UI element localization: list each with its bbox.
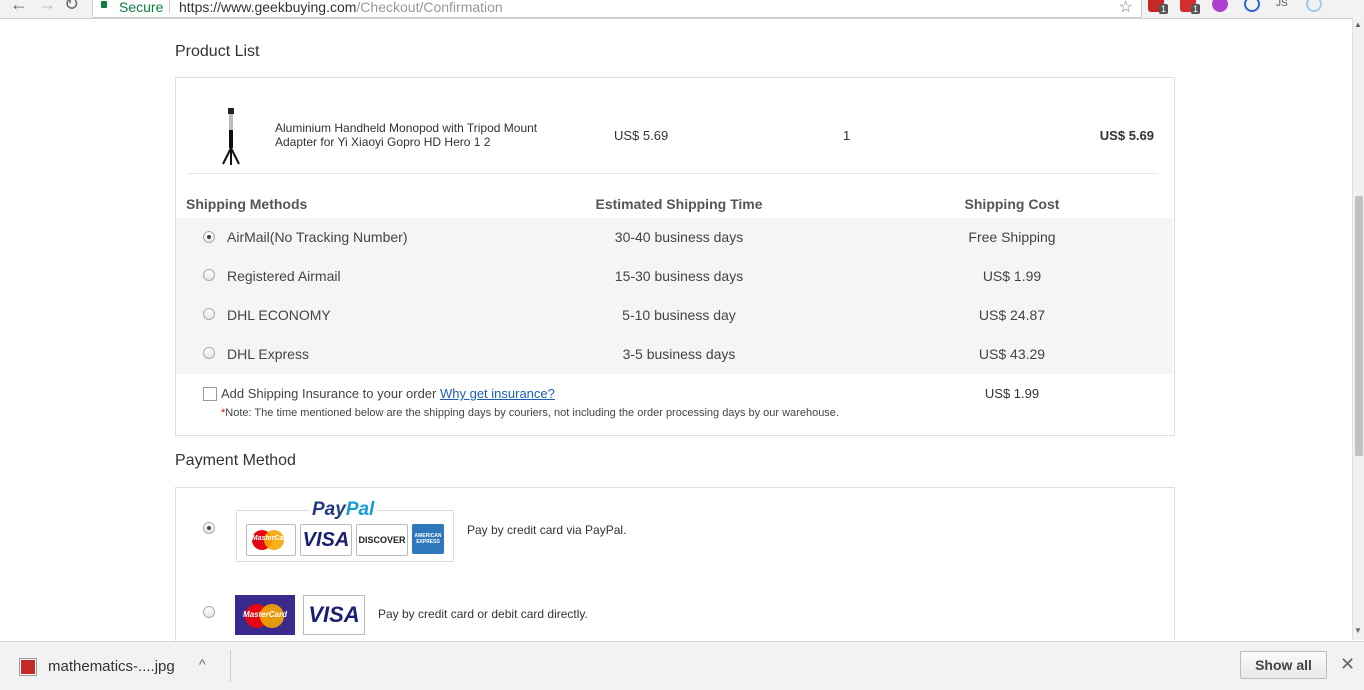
extension-badge: 1 (1190, 4, 1200, 14)
product-divider (188, 173, 1158, 174)
product-unit-price: US$ 5.69 (614, 128, 669, 143)
shipping-time-header: Estimated Shipping Time (595, 196, 763, 212)
chevron-up-icon[interactable]: ^ (199, 656, 206, 672)
image-file-icon (20, 659, 36, 675)
mastercard-text: MasterCard (242, 610, 287, 619)
reload-icon[interactable]: ↻ (64, 0, 79, 15)
shipping-option-time: 30-40 business days (614, 229, 744, 245)
scroll-up-arrow-icon[interactable]: ▲ (1354, 20, 1362, 29)
shipping-option-airmail[interactable]: AirMail(No Tracking Number) 30-40 busine… (176, 218, 1173, 257)
payment-radio-paypal[interactable] (203, 522, 215, 534)
shipping-option-dhl-economy[interactable]: DHL ECONOMY 5-10 business day US$ 24.87 (176, 296, 1173, 335)
shipping-option-time: 15-30 business days (614, 268, 744, 284)
product-name[interactable]: Aluminium Handheld Monopod with Tripod M… (275, 121, 565, 149)
extension-mail-icon[interactable]: 1 (1148, 0, 1168, 14)
direct-visa-logo[interactable]: VISA (303, 595, 365, 635)
shipping-radio-dhl-economy[interactable] (203, 308, 215, 320)
shipping-option-name: Registered Airmail (227, 268, 341, 284)
shipping-option-cost: US$ 43.29 (978, 346, 1046, 362)
download-file-name[interactable]: mathematics-....jpg (48, 658, 175, 675)
address-separator (169, 0, 170, 13)
extension-circle-icon[interactable] (1244, 0, 1260, 12)
scroll-thumb[interactable] (1355, 196, 1363, 456)
address-bar[interactable]: Secure https://www.geekbuying.com/Checko… (92, 0, 1142, 18)
url-text[interactable]: https://www.geekbuying.com/Checkout/Conf… (179, 0, 503, 15)
mastercard-logo: MasterCard (246, 524, 296, 556)
shipping-option-dhl-express[interactable]: DHL Express 3-5 business days US$ 43.29 (176, 335, 1173, 374)
direct-mastercard-logo[interactable]: MasterCard (235, 595, 295, 635)
why-insurance-link[interactable]: Why get insurance? (440, 386, 555, 401)
shipping-radio-airmail[interactable] (203, 231, 215, 243)
forward-icon[interactable]: → (38, 0, 56, 15)
show-all-button[interactable]: Show all (1240, 651, 1327, 679)
close-icon[interactable]: ✕ (1340, 654, 1355, 675)
discover-logo: DISCOVER (356, 524, 408, 556)
lock-icon (101, 1, 107, 8)
shipping-option-name: AirMail(No Tracking Number) (227, 229, 408, 245)
payment-radio-direct-card[interactable] (203, 606, 215, 618)
shipping-option-time: 3-5 business days (622, 346, 736, 362)
note-text: Note: The time mentioned below are the s… (225, 407, 839, 419)
shipping-option-cost: US$ 1.99 (982, 268, 1042, 284)
shipping-note: *Note: The time mentioned below are the … (221, 407, 839, 419)
url-path: /Checkout/Confirmation (356, 0, 503, 15)
product-thumbnail[interactable] (220, 108, 242, 166)
amex-logo: AMERICAN EXPRESS (412, 524, 444, 554)
shipping-option-name: DHL Express (227, 346, 309, 362)
scroll-down-arrow-icon[interactable]: ▼ (1354, 626, 1362, 635)
extension-adblock-icon[interactable]: 1 (1180, 0, 1200, 14)
browser-toolbar: ← → ↻ Secure https://www.geekbuying.com/… (0, 0, 1364, 19)
paypal-logo-pal: Pal (345, 499, 375, 520)
page-scrollbar[interactable]: ▲ ▼ (1352, 18, 1364, 640)
extension-puzzle-icon[interactable] (1212, 0, 1228, 12)
payment-method-title: Payment Method (175, 452, 296, 469)
paypal-logo-pay: Pay (312, 499, 346, 520)
shipping-cost-header: Shipping Cost (964, 196, 1060, 212)
shipping-methods-header: Shipping Methods (186, 196, 308, 212)
amex-text: AMERICAN EXPRESS (414, 533, 442, 545)
paypal-logo: PayPal (309, 499, 378, 521)
url-host: https://www.geekbuying.com (179, 0, 357, 15)
shipping-radio-registered-airmail[interactable] (203, 269, 215, 281)
payment-method-panel: PayPal MasterCard VISA DISCOVER AMERICAN… (175, 487, 1175, 658)
direct-card-description: Pay by credit card or debit card directl… (378, 607, 588, 621)
secure-label: Secure (119, 0, 164, 15)
shipping-option-cost: US$ 24.87 (978, 307, 1046, 323)
shipping-option-time: 5-10 business day (622, 307, 736, 323)
shipping-option-name: DHL ECONOMY (227, 307, 331, 323)
product-total-price: US$ 5.69 (1099, 128, 1154, 143)
visa-logo: VISA (300, 524, 352, 556)
product-quantity: 1 (843, 128, 851, 143)
download-separator (230, 650, 231, 682)
paypal-card-logos[interactable]: PayPal MasterCard VISA DISCOVER AMERICAN… (236, 499, 454, 562)
mastercard-text: MasterCard (251, 535, 291, 542)
product-list-title: Product List (175, 43, 260, 60)
shipping-options-list: AirMail(No Tracking Number) 30-40 busine… (176, 218, 1173, 374)
download-bar: mathematics-....jpg ^ Show all ✕ (0, 641, 1364, 690)
shipping-option-registered-airmail[interactable]: Registered Airmail 15-30 business days U… (176, 257, 1173, 296)
bookmark-star-icon[interactable]: ☆ (1119, 0, 1133, 17)
extension-js-icon[interactable]: JS (1276, 0, 1288, 9)
insurance-label: Add Shipping Insurance to your order Why… (221, 386, 555, 401)
product-list-panel: Aluminium Handheld Monopod with Tripod M… (175, 77, 1175, 436)
insurance-checkbox[interactable] (203, 387, 217, 401)
extension-badge: 1 (1158, 4, 1168, 14)
paypal-description: Pay by credit card via PayPal. (467, 523, 627, 537)
back-icon[interactable]: ← (10, 0, 28, 15)
insurance-label-text: Add Shipping Insurance to your order (221, 386, 437, 401)
insurance-cost: US$ 1.99 (984, 386, 1040, 401)
shipping-radio-dhl-express[interactable] (203, 347, 215, 359)
shipping-option-cost: Free Shipping (968, 229, 1056, 245)
extension-sync-icon[interactable] (1306, 0, 1322, 12)
